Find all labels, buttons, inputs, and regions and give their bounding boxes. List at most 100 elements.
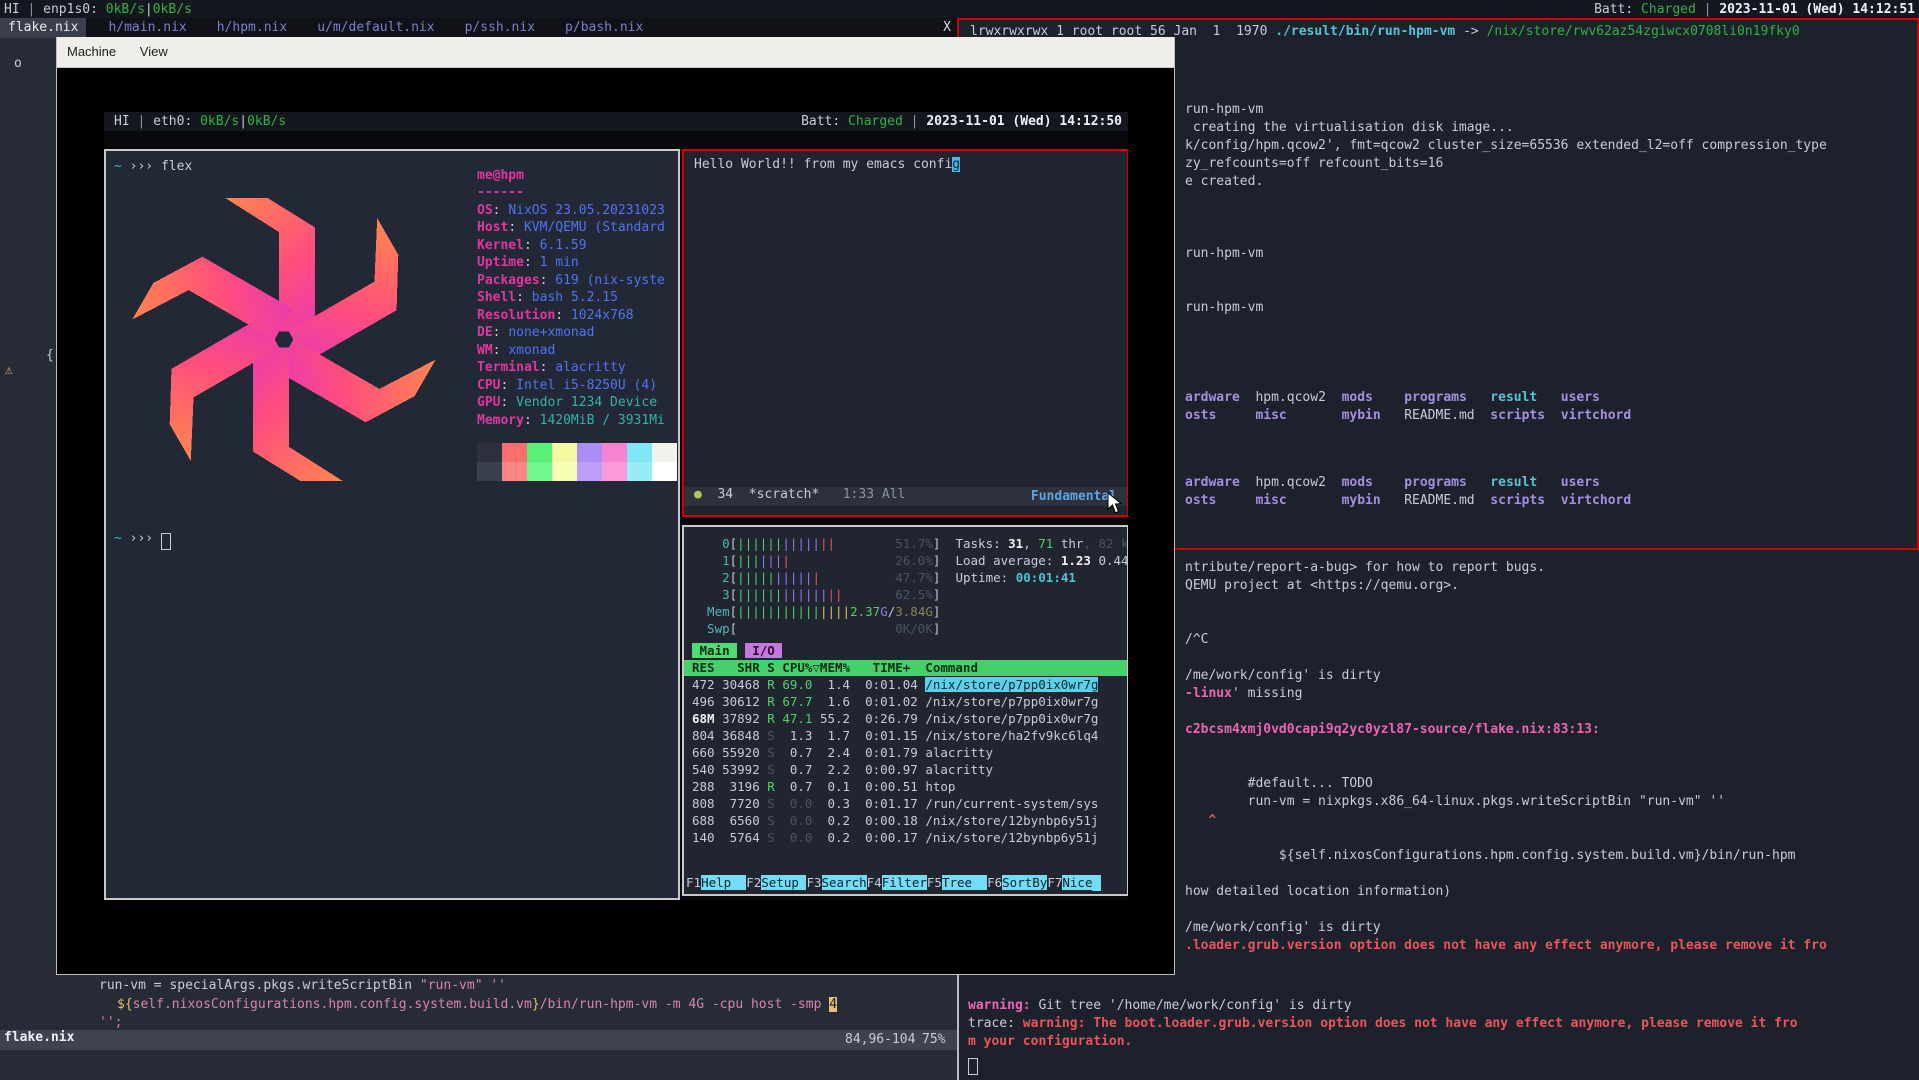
- text-segment: hpm.qcow2: [1255, 475, 1325, 490]
- text-segment: :: [524, 413, 540, 428]
- text-segment: virtchord: [1561, 408, 1631, 423]
- text-segment: :: [500, 395, 516, 410]
- text-segment: 1.23: [1061, 553, 1091, 568]
- text-segment: [1287, 408, 1342, 423]
- tab-h/hpm.nix[interactable]: h/hpm.nix: [209, 18, 295, 38]
- text-segment: Git tree '/home/me/work/config' is dirty: [1031, 998, 1352, 1013]
- menu-view[interactable]: View: [130, 37, 178, 59]
- text-segment: |||||||||||: [737, 604, 820, 619]
- text-segment: 0K/0K: [895, 621, 933, 636]
- text-segment: 55.2: [812, 711, 850, 726]
- text-segment: Tree: [942, 875, 987, 890]
- menu-machine[interactable]: Machine: [57, 37, 126, 59]
- text-segment: 31: [1008, 536, 1023, 551]
- text-segment: 0:01.17: [850, 796, 925, 811]
- tab-u/m/default.nix[interactable]: u/m/default.nix: [309, 18, 442, 38]
- text-line: o: [14, 56, 22, 72]
- text-segment: eth0:: [153, 114, 200, 129]
- text-segment: g: [952, 157, 960, 172]
- text-line: F1Help F2Setup F3SearchF4FilterF5Tree F6…: [686, 875, 1101, 891]
- text-line: 1[||||||| 26.0%] Load average: 1.23 0.44…: [692, 553, 1128, 569]
- text-segment: *scratch*: [749, 487, 819, 502]
- text-segment: ||||: [820, 604, 850, 619]
- text-segment: Load average:: [940, 553, 1060, 568]
- text-line: ^: [1185, 813, 1216, 829]
- vm-terminal-pane[interactable]: ~ ››› flexme@hpm------OS: NixOS 23.05.20…: [104, 149, 680, 900]
- text-segment: mods: [1342, 390, 1373, 405]
- text-segment: |: [130, 114, 153, 129]
- tab-h/main.nix[interactable]: h/main.nix: [100, 18, 194, 38]
- color-swatch: [577, 443, 602, 462]
- text-segment: Kernel: [477, 238, 524, 253]
- text-segment: [835, 536, 895, 551]
- text-segment: run-hpm-vm: [1185, 300, 1263, 315]
- text-segment: [1326, 475, 1342, 490]
- text-line: Batt: Charged | 2023-11-01 (Wed) 14:12:5…: [1594, 2, 1915, 18]
- text-segment: /nix/store/p7pp0ix0wr7g: [925, 694, 1098, 709]
- text-segment: 496 30612: [692, 694, 767, 709]
- text-segment: misc: [1255, 493, 1286, 508]
- text-segment: users: [1561, 475, 1600, 490]
- text-segment: [1092, 875, 1101, 891]
- text-segment: Resolution: [477, 308, 555, 323]
- vm-htop-pane[interactable]: 0[||||||||||||| 51.7%] Tasks: 31, 71 thr…: [682, 525, 1128, 896]
- text-segment: how detailed location information): [1185, 884, 1451, 899]
- text-segment: [790, 553, 895, 568]
- text-line: Main I/O: [692, 643, 782, 659]
- tab-close-button[interactable]: X: [943, 20, 951, 35]
- text-line: ⚠: [5, 363, 13, 379]
- text-segment: :: [493, 203, 509, 218]
- text-line: Fundamental: [1031, 489, 1117, 505]
- text-line: .loader.grub.version option does not hav…: [1185, 938, 1827, 954]
- text-segment: 808 7720: [692, 796, 767, 811]
- text-segment: m your configuration.: [968, 1034, 1132, 1049]
- color-swatch: [627, 443, 652, 462]
- text-segment: |: [1696, 2, 1719, 17]
- text-line: -linux' missing: [1185, 686, 1302, 702]
- text-segment: #default... TODO: [1185, 776, 1373, 791]
- text-line: #default... TODO: [1185, 776, 1373, 792]
- color-swatch: [527, 443, 552, 462]
- text-line: DE: none+xmonad: [477, 325, 594, 341]
- text-line: 75%: [922, 1032, 945, 1048]
- text-segment: misc: [1255, 408, 1286, 423]
- text-segment: zy_refcounts=off refcount_bits=16: [1185, 156, 1443, 171]
- tab-flake.nix[interactable]: flake.nix: [0, 18, 86, 38]
- text-segment: SortBy: [1002, 875, 1047, 890]
- text-segment: |: [239, 114, 247, 129]
- text-segment: Vendor 1234 Device: [516, 395, 657, 410]
- text-segment: {: [46, 348, 54, 363]
- color-swatch: [602, 443, 627, 462]
- text-segment: '': [483, 978, 506, 993]
- text-segment: 0:01.79: [850, 745, 925, 760]
- text-segment: k/config/hpm.qcow2', fmt=qcow2 cluster_s…: [1185, 138, 1827, 153]
- vm-emacs-pane[interactable]: Hello World!! from my emacs config● 34 *…: [682, 149, 1128, 517]
- text-segment: |: [145, 2, 153, 17]
- color-swatch: [577, 462, 602, 481]
- text-line: flake.nix: [0, 1030, 957, 1050]
- text-segment: me@hpm: [477, 168, 524, 183]
- text-segment: 1: [692, 553, 730, 568]
- text-segment: :: [540, 273, 556, 288]
- text-segment: 0.3: [812, 796, 850, 811]
- tab-p/bash.nix[interactable]: p/bash.nix: [557, 18, 651, 38]
- text-segment: 4: [829, 997, 837, 1012]
- text-segment: README.md: [1404, 408, 1474, 423]
- text-segment: WM: [477, 343, 493, 358]
- color-swatch: [552, 462, 577, 481]
- text-line: run-hpm-vm: [1185, 102, 1263, 118]
- text-line: ------: [477, 185, 524, 201]
- qemu-window[interactable]: Machine View HI | eth0: 0kB/s|0kB/sBatt:…: [56, 37, 1175, 975]
- text-segment: Charged: [1641, 2, 1696, 17]
- text-segment: ●: [694, 487, 702, 502]
- tab-p/ssh.nix[interactable]: p/ssh.nix: [457, 18, 543, 38]
- text-segment: /me/work/config' is dirty: [1185, 668, 1381, 683]
- text-segment: S: [767, 762, 775, 777]
- text-segment: Mem: [692, 604, 730, 619]
- text-segment: 0.7: [775, 779, 813, 794]
- color-swatch: [552, 443, 577, 462]
- vm-display[interactable]: HI | eth0: 0kB/s|0kB/sBatt: Charged | 20…: [104, 112, 1128, 900]
- text-segment: scripts: [1490, 493, 1545, 508]
- text-segment: Terminal: [477, 360, 540, 375]
- text-segment: 1.6: [812, 694, 850, 709]
